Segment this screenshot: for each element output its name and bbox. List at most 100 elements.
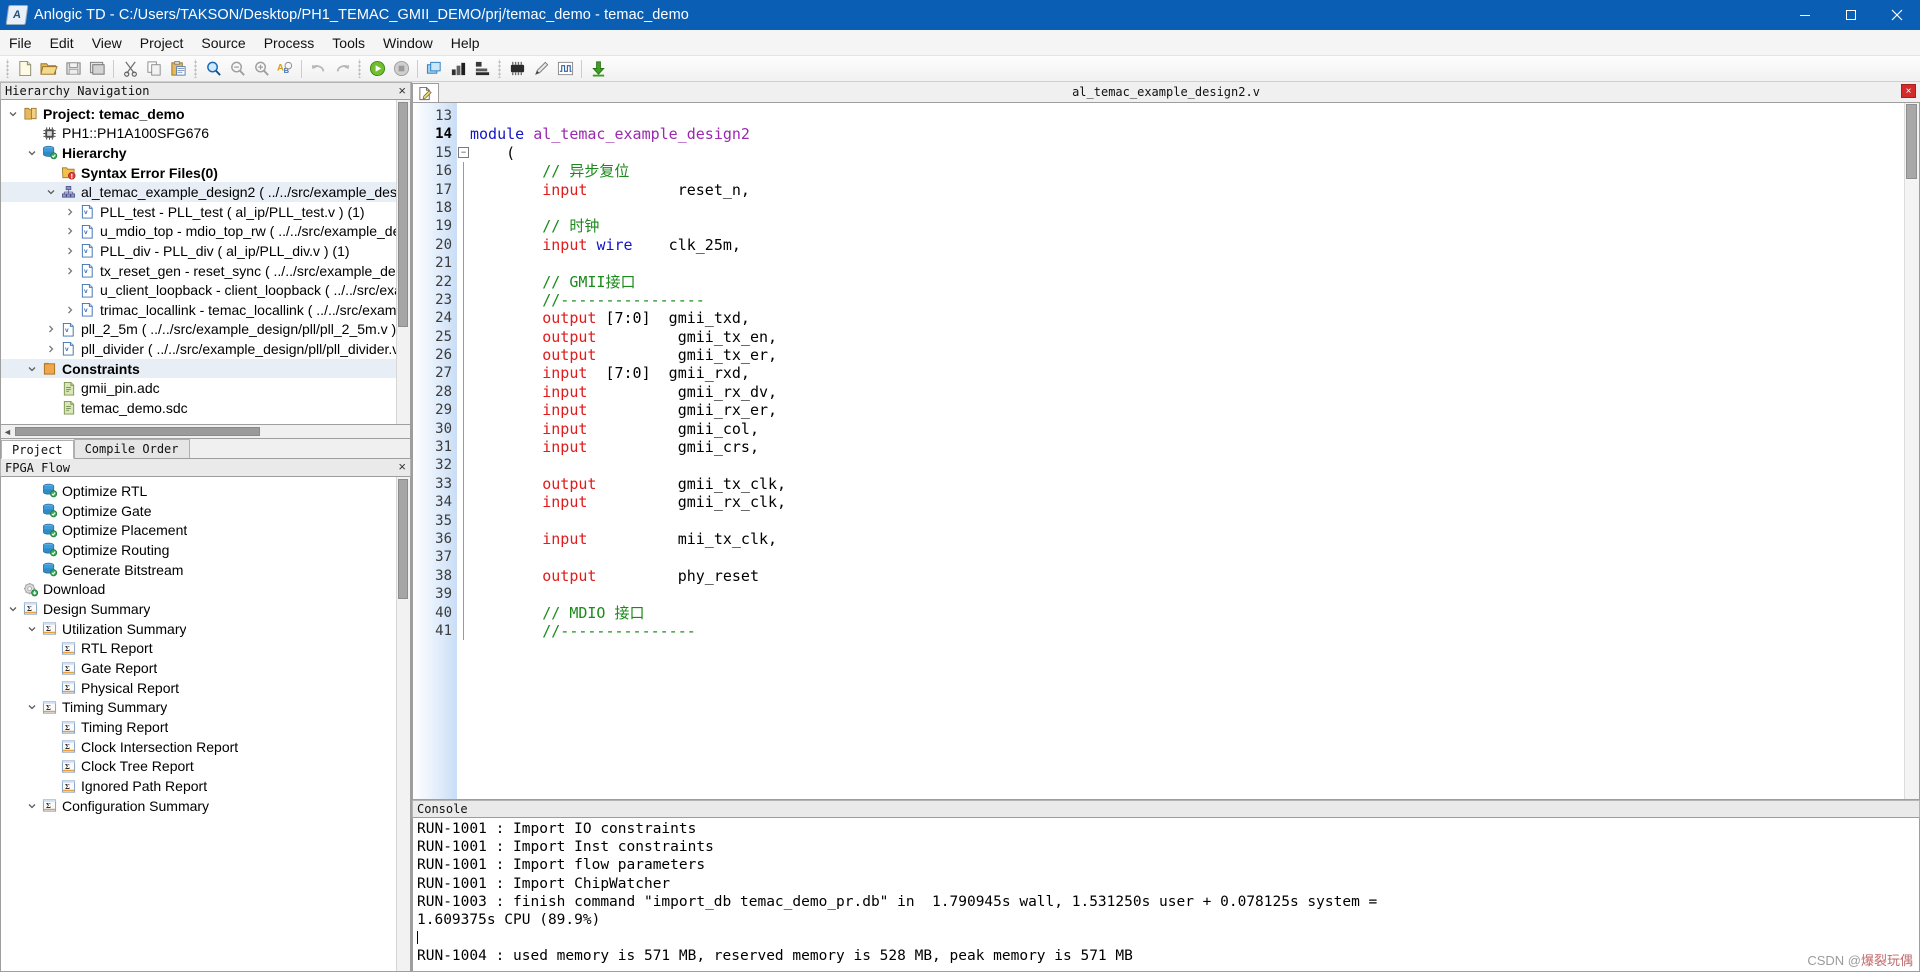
scroll-left-arrow-icon[interactable]: ◄ (1, 427, 14, 437)
tree-row[interactable]: v pll_2_5m ( ../../src/example_design/pll… (1, 320, 410, 340)
layers-button[interactable] (422, 57, 446, 80)
menu-item-edit[interactable]: Edit (41, 32, 83, 54)
code-fold-column[interactable]: − (457, 103, 470, 799)
menu-item-process[interactable]: Process (255, 32, 324, 54)
maximize-icon[interactable] (1828, 0, 1874, 30)
code-editor[interactable]: 13 14 15 16 17 18 19 20 21 22 23 24 25 26 27 28 29 30 31 32… (412, 102, 1920, 800)
close-icon[interactable] (1874, 0, 1920, 30)
stop-button[interactable] (389, 57, 413, 80)
floorplan-button[interactable] (470, 57, 494, 80)
chevron-down-icon[interactable] (24, 364, 40, 374)
tree-row[interactable]: Σ RTL Report (1, 639, 410, 659)
tree-row[interactable]: Optimize Gate (1, 501, 410, 521)
save-button[interactable] (61, 57, 85, 80)
minimize-icon[interactable] (1782, 0, 1828, 30)
toolbar-drag-handle[interactable] (496, 59, 503, 78)
tree-row[interactable]: Optimize Routing (1, 540, 410, 560)
tree-row[interactable]: Σ Gate Report (1, 658, 410, 678)
tree-row[interactable]: v u_mdio_top - mdio_top_rw ( ../../src/ex… (1, 222, 410, 242)
hierarchy-tree[interactable]: Project: temac_demo PH1::PH1A100SFG676 Hie… (0, 100, 411, 425)
tree-row[interactable]: Constraints (1, 358, 410, 379)
tree-row[interactable]: Σ Ignored Path Report (1, 776, 410, 796)
chevron-down-icon[interactable] (24, 801, 40, 811)
tree-row[interactable]: Σ Clock Intersection Report (1, 737, 410, 757)
tree-row[interactable]: Download (1, 579, 410, 599)
chevron-down-icon[interactable] (24, 148, 40, 158)
chevron-down-icon[interactable] (24, 702, 40, 712)
chevron-right-icon[interactable] (62, 305, 78, 315)
tree-row[interactable]: Σ Utilization Summary (1, 619, 410, 639)
fold-collapse-icon[interactable]: − (457, 144, 470, 162)
editor-scroll-thumb[interactable] (1906, 104, 1917, 179)
tree-row[interactable]: Σ Clock Tree Report (1, 757, 410, 777)
hierarchy-vertical-scrollbar[interactable] (396, 100, 410, 424)
editor-tab[interactable] (412, 83, 439, 102)
tree-row[interactable]: Optimize Placement (1, 520, 410, 540)
run-button[interactable] (365, 57, 389, 80)
tree-row[interactable]: Σ Configuration Summary (1, 796, 410, 816)
chevron-right-icon[interactable] (62, 246, 78, 256)
menu-item-file[interactable]: File (0, 32, 41, 54)
chevron-down-icon[interactable] (24, 624, 40, 634)
project-tab-project[interactable]: Project (1, 440, 74, 459)
tree-row[interactable]: al_temac_example_design2 ( ../../src/exa… (1, 182, 410, 202)
tree-row[interactable]: temac_demo.sdc (1, 398, 410, 418)
chevron-right-icon[interactable] (62, 266, 78, 276)
menu-item-project[interactable]: Project (131, 32, 193, 54)
undo-button[interactable] (306, 57, 330, 80)
tree-row[interactable]: Optimize RTL (1, 481, 410, 501)
tree-row[interactable]: Σ Design Summary (1, 599, 410, 619)
chevron-right-icon[interactable] (43, 344, 59, 354)
chevron-right-icon[interactable] (43, 324, 59, 334)
tree-row[interactable]: v pll_divider ( ../../src/example_design/… (1, 339, 410, 359)
copy-button[interactable] (142, 57, 166, 80)
tree-row[interactable]: PH1::PH1A100SFG676 (1, 124, 410, 144)
redo-button[interactable] (330, 57, 354, 80)
toolbar-drag-handle[interactable] (192, 59, 199, 78)
chevron-down-icon[interactable] (5, 604, 21, 614)
code-text-area[interactable]: module al_temac_example_design2 ( // 异步复… (470, 103, 1919, 799)
search-button[interactable] (201, 57, 225, 80)
tree-row[interactable]: v PLL_test - PLL_test ( al_ip/PLL_test.v … (1, 202, 410, 222)
tree-row[interactable]: Syntax Error Files(0) (1, 163, 410, 183)
waveform-button[interactable] (553, 57, 577, 80)
pencil-button[interactable] (529, 57, 553, 80)
fpga-flow-tree[interactable]: Optimize RTL Optimize Gate Optimize Placem… (0, 477, 411, 972)
toolbar-drag-handle[interactable] (4, 59, 11, 78)
tree-row[interactable]: v PLL_div - PLL_div ( al_ip/PLL_div.v ) (… (1, 241, 410, 261)
open-folder-button[interactable] (37, 57, 61, 80)
hscroll-thumb[interactable] (15, 427, 260, 436)
tree-row[interactable]: Project: temac_demo (1, 104, 410, 124)
chip-button[interactable] (505, 57, 529, 80)
flow-panel-close-icon[interactable]: × (398, 460, 406, 474)
menu-item-view[interactable]: View (83, 32, 131, 54)
tree-row[interactable]: Σ Timing Summary (1, 698, 410, 718)
menu-item-help[interactable]: Help (442, 32, 489, 54)
chevron-down-icon[interactable] (43, 187, 59, 197)
flow-vertical-scrollbar[interactable] (396, 477, 410, 971)
tree-row[interactable]: v tx_reset_gen - reset_sync ( ../../src/e… (1, 261, 410, 281)
tree-row[interactable]: Hierarchy (1, 143, 410, 163)
save-all-button[interactable] (85, 57, 109, 80)
console-output[interactable]: RUN-1001 : Import IO constraints RUN-1001… (412, 818, 1920, 972)
tree-row[interactable]: v u_client_loopback - client_loopback ( .… (1, 280, 410, 300)
editor-close-icon[interactable]: × (1901, 84, 1916, 98)
cut-button[interactable] (118, 57, 142, 80)
hierarchy-panel-close-icon[interactable]: × (398, 84, 406, 98)
flow-scroll-thumb[interactable] (398, 479, 408, 599)
menu-item-tools[interactable]: Tools (323, 32, 374, 54)
tree-row[interactable]: gmii_pin.adc (1, 378, 410, 398)
tree-row[interactable]: Σ Timing Report (1, 717, 410, 737)
hierarchy-scroll-thumb[interactable] (398, 102, 408, 327)
tree-row[interactable]: Generate Bitstream (1, 560, 410, 580)
project-tab-compile-order[interactable]: Compile Order (73, 439, 190, 458)
new-file-button[interactable] (13, 57, 37, 80)
menu-item-source[interactable]: Source (192, 32, 254, 54)
editor-vertical-scrollbar[interactable] (1904, 103, 1919, 799)
hscroll-track[interactable] (14, 426, 410, 437)
hierarchy-horizontal-scrollbar[interactable]: ◄ (0, 425, 411, 439)
report-chart-button[interactable] (446, 57, 470, 80)
paste-button[interactable] (166, 57, 190, 80)
chevron-right-icon[interactable] (62, 226, 78, 236)
zoom-out-button[interactable] (225, 57, 249, 80)
